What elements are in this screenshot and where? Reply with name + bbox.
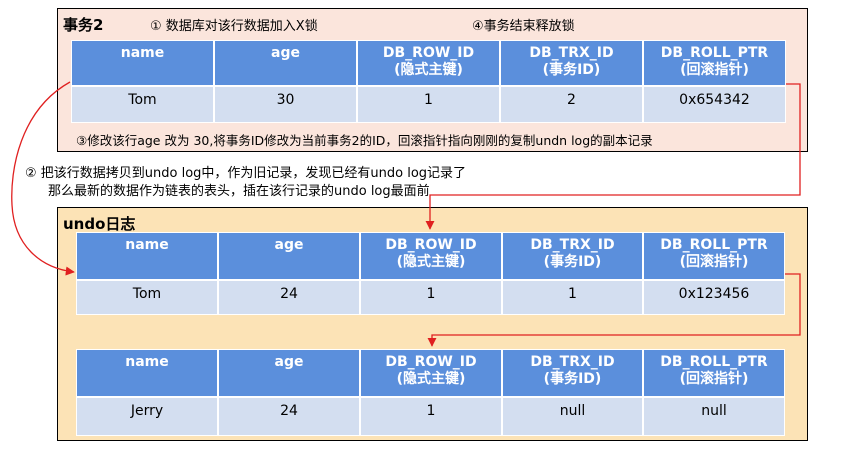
roll-pointer-arrow-2 (427, 273, 801, 347)
arrows-overlay (11, 81, 801, 347)
roll-pointer-arrow-1 (425, 83, 801, 230)
copy-arrow (11, 81, 75, 276)
